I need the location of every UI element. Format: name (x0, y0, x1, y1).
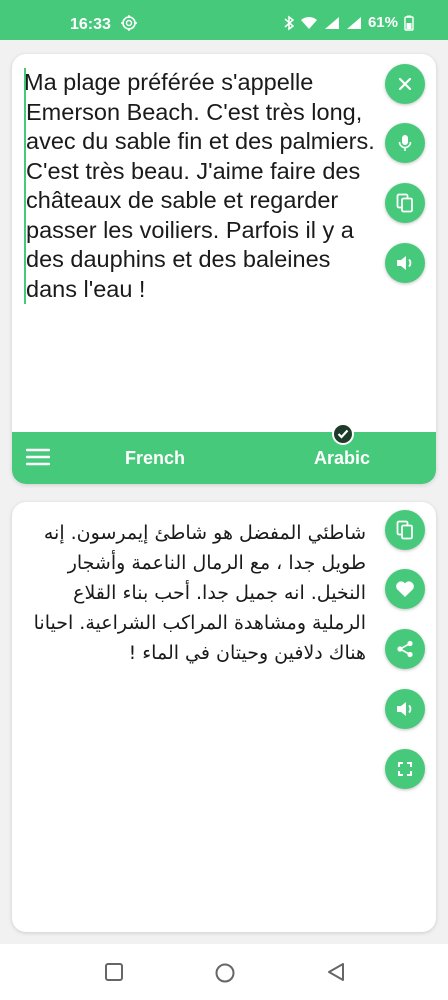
copy-source-button[interactable] (385, 183, 425, 223)
check-icon (332, 423, 354, 445)
target-language-selector[interactable]: Arabic (314, 448, 370, 469)
language-bar: French Arabic (12, 423, 436, 484)
clear-button[interactable] (385, 64, 425, 104)
status-time: 16:33 (70, 16, 111, 33)
copy-icon (396, 193, 414, 213)
copy-icon (396, 520, 414, 540)
menu-icon[interactable] (25, 448, 51, 471)
speak-source-button[interactable] (385, 243, 425, 283)
microphone-icon (397, 134, 413, 152)
wifi-icon (300, 16, 318, 30)
share-icon (396, 640, 414, 658)
favorite-button[interactable] (385, 569, 425, 609)
speaker-icon (395, 254, 415, 272)
source-language-selector[interactable]: French (125, 448, 185, 469)
home-button[interactable] (214, 962, 236, 988)
microphone-button[interactable] (385, 123, 425, 163)
heart-icon (395, 580, 415, 598)
signal-icon (324, 16, 340, 30)
recents-button[interactable] (104, 962, 124, 986)
app-notification-icon (120, 14, 138, 37)
back-button[interactable] (326, 962, 346, 986)
navigation-bar (0, 944, 448, 1000)
share-button[interactable] (385, 629, 425, 669)
speak-translation-button[interactable] (385, 689, 425, 729)
battery-icon (404, 15, 414, 31)
copy-translation-button[interactable] (385, 510, 425, 550)
speaker-icon (395, 700, 415, 718)
battery-percent: 61% (367, 14, 398, 31)
status-bar: 16:33 61% (0, 0, 448, 40)
fullscreen-button[interactable] (385, 749, 425, 789)
source-card: Ma plage préférée s'appelle Emerson Beac… (12, 54, 436, 484)
bluetooth-icon (284, 15, 294, 31)
translation-card: شاطئي المفضل هو شاطئ إيمرسون. إنه طويل ج… (12, 502, 436, 932)
signal-icon-2 (346, 16, 362, 30)
translated-text: شاطئي المفضل هو شاطئ إيمرسون. إنه طويل ج… (33, 522, 366, 664)
close-icon (397, 76, 413, 92)
source-text-input[interactable]: Ma plage préférée s'appelle Emerson Beac… (24, 68, 379, 304)
status-indicators: 61% (284, 14, 414, 31)
fullscreen-icon (398, 762, 412, 776)
